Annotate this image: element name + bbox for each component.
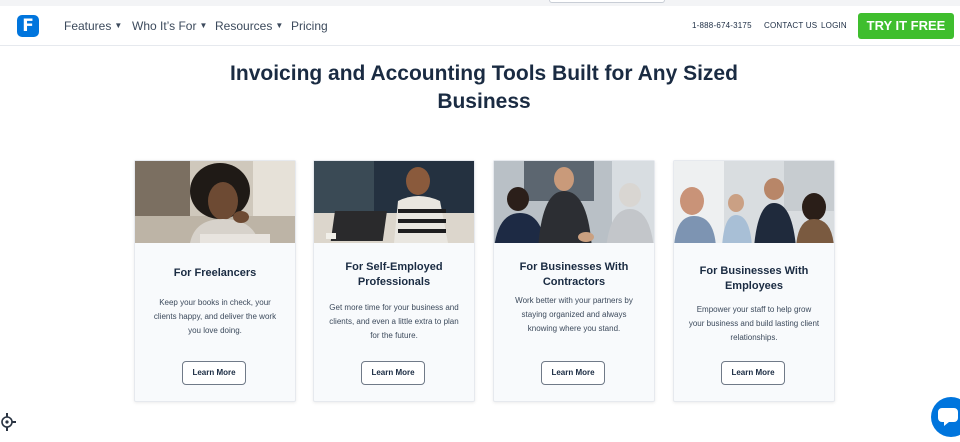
chat-button[interactable] <box>931 397 960 437</box>
learn-more-button[interactable]: Learn More <box>361 361 425 385</box>
card-description: Keep your books in check, your clients h… <box>153 298 277 335</box>
contact-us-link[interactable]: CONTACT US <box>764 6 817 45</box>
card-description: Empower your staff to help grow your bus… <box>688 305 820 342</box>
nav-resources[interactable]: Resources ▼ <box>215 6 283 45</box>
card-title: For Businesses With Contractors <box>519 261 629 288</box>
nav-who-its-for[interactable]: Who It’s For ▼ <box>132 6 207 45</box>
page-heading: Invoicing and Accounting Tools Built for… <box>230 62 738 113</box>
learn-more-button[interactable]: Learn More <box>721 361 785 385</box>
login-link[interactable]: LOGIN <box>821 6 847 45</box>
self-employed-photo <box>314 161 474 243</box>
card-title: For Businesses With Employees <box>699 265 809 292</box>
learn-more-button[interactable]: Learn More <box>182 361 246 385</box>
card-self-employed: For Self-Employed Professionals Get more… <box>313 160 475 402</box>
try-it-free-button[interactable]: TRY IT FREE <box>858 13 954 39</box>
site-header: F Features ▼ Who It’s For ▼ Resources ▼ Pri… <box>0 6 960 46</box>
employees-photo <box>674 161 834 243</box>
nav-pricing[interactable]: Pricing <box>291 6 328 45</box>
nav-features[interactable]: Features ▼ <box>64 6 122 45</box>
phone-link[interactable]: 1-888-674-3175 <box>692 6 752 45</box>
card-employees: For Businesses With Employees Empower yo… <box>673 160 835 402</box>
card-contractors: For Businesses With Contractors Work bet… <box>493 160 655 402</box>
card-description: Get more time for your business and clie… <box>329 303 459 340</box>
chat-icon <box>938 408 958 426</box>
freshbooks-logo[interactable]: F <box>17 15 39 37</box>
chevron-down-icon: ▼ <box>114 21 123 30</box>
card-title: For Self-Employed Professionals <box>345 261 443 288</box>
card-freelancers: For Freelancers Keep your books in check… <box>134 160 296 402</box>
chevron-down-icon: ▼ <box>199 21 208 30</box>
contractors-photo <box>494 161 654 243</box>
learn-more-button[interactable]: Learn More <box>541 361 605 385</box>
chevron-down-icon: ▼ <box>275 21 284 30</box>
top-tab-indicator <box>549 0 665 3</box>
card-title: For Freelancers <box>173 267 257 279</box>
freelancer-photo <box>135 161 295 243</box>
card-description: Work better with your partners by stayin… <box>515 296 633 333</box>
gear-icon[interactable] <box>0 413 16 431</box>
